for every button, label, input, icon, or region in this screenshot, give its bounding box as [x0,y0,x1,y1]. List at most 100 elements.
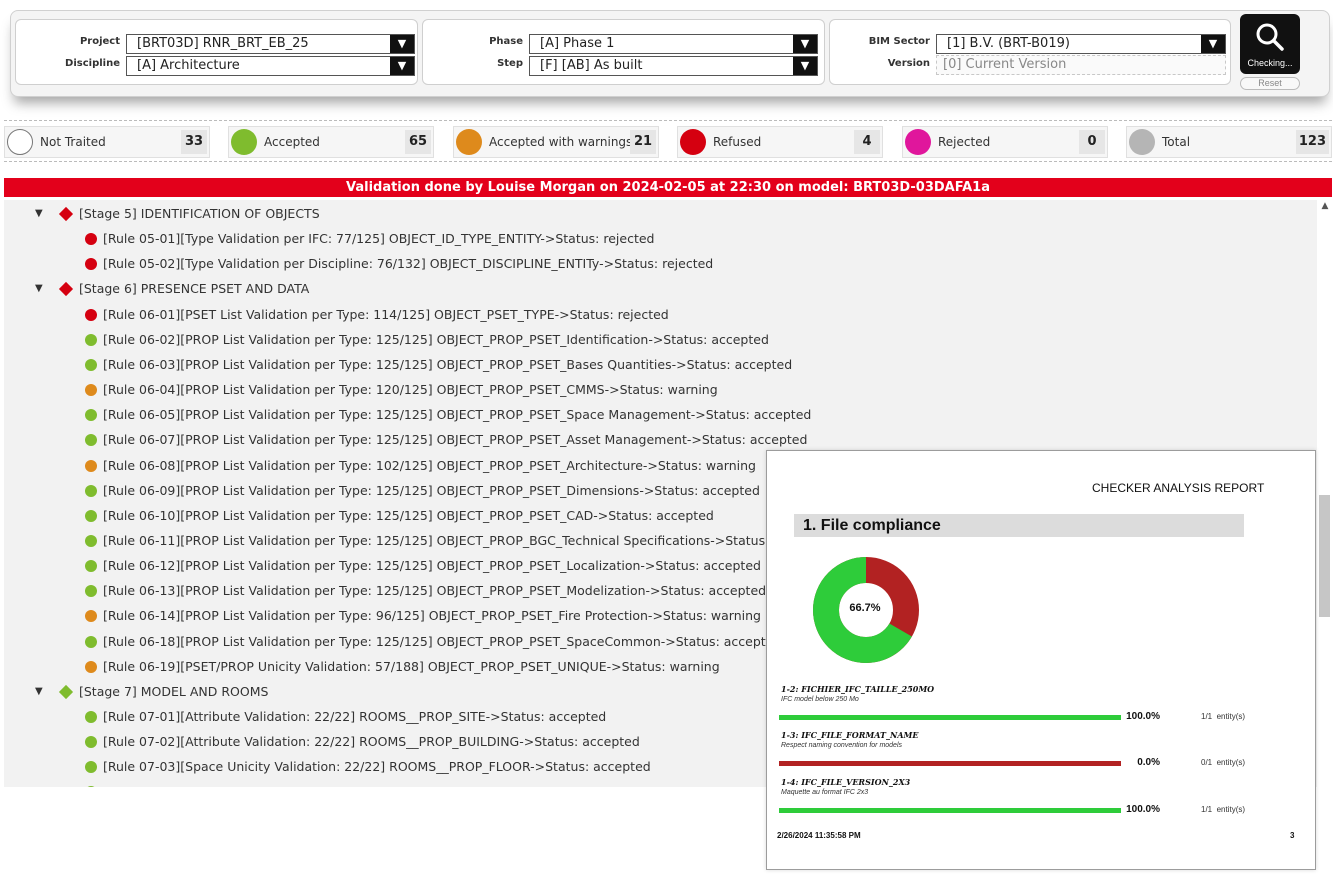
discipline-select[interactable]: [A] Architecture ▼ [126,56,415,76]
check-button[interactable]: Checking... [1240,14,1300,74]
stage-label: [Stage 5] IDENTIFICATION OF OBJECTS [79,206,320,221]
report-rule-title: 1-3: IFC_FILE_FORMAT_NAME [781,730,919,740]
phase-label: Phase [489,36,523,47]
summary-refused[interactable]: Refused 4 [677,126,883,158]
rule-label: [Rule 06-14][PROP List Validation per Ty… [103,608,761,624]
rule-label: [Rule 06-18][PROP List Validation per Ty… [103,633,774,649]
rule-label: [Rule 05-01][Type Validation per IFC: 77… [103,231,655,247]
status-dot-icon [85,786,97,787]
scrollbar-thumb[interactable] [1319,495,1330,617]
summary-count: 21 [630,130,656,154]
report-rule-title: 1-2: FICHIER_IFC_TAILLE_250MO [781,684,935,694]
status-dot-icon [85,509,97,522]
step-select-value: [F] [AB] As built [540,58,643,73]
summary-rejected[interactable]: Rejected 0 [902,126,1108,158]
step-select[interactable]: [F] [AB] As built ▼ [529,56,818,76]
status-dot-icon [231,129,257,155]
rule-label: [Rule 06-03][PROP List Validation per Ty… [103,356,793,372]
report-rule-percent: 100.0% [1126,804,1160,815]
chevron-down-icon[interactable]: ▼ [390,35,414,53]
phase-select[interactable]: [A] Phase 1 ▼ [529,34,818,54]
summary-label: Not Traited [40,135,106,149]
report-rule-count-unit: entity(s) [1216,758,1246,767]
report-footer-date: 2/26/2024 11:35:58 PM [777,831,861,840]
bim-sector-select[interactable]: [1] B.V. (BRT-B019) ▼ [936,34,1226,54]
summary-count: 0 [1079,130,1105,154]
rule-label: [Rule 06-10][PROP List Validation per Ty… [103,507,714,523]
rule-label: [Rule 07-03][Space Unicity Validation: 2… [103,759,651,775]
expand-toggle-icon[interactable]: ▼ [35,203,47,225]
rule-label: [Rule 05-02][Type Validation per Discipl… [103,256,714,272]
step-label: Step [497,58,523,69]
expand-toggle-icon[interactable]: ▼ [35,681,47,703]
status-dot-icon [85,560,97,573]
scroll-up-icon[interactable]: ▲ [1319,201,1331,213]
chevron-down-icon[interactable]: ▼ [793,57,817,75]
summary-accepted[interactable]: Accepted 65 [228,126,434,158]
status-dot-icon [85,610,97,623]
chevron-down-icon[interactable]: ▼ [390,57,414,75]
report-rule-title: 1-4: IFC_FILE_VERSION_2X3 [781,777,911,787]
stage-diamond-icon [58,282,74,297]
summary-count: 65 [405,130,431,154]
status-dot-icon [85,534,97,547]
report-rule-bar [779,761,1121,766]
reset-button[interactable]: Reset [1240,77,1300,90]
rule-label: [Rule 06-13][PROP List Validation per Ty… [103,583,767,599]
status-dot-icon [680,129,706,155]
summary-accepted-warnings[interactable]: Accepted with warnings 21 [453,126,659,158]
report-rule-percent: 0.0% [1137,757,1160,768]
expand-toggle-icon[interactable]: ▼ [35,278,47,300]
rule-label: [Rule 06-09][PROP List Validation per Ty… [103,482,760,498]
sector-filter-group: BIM Sector [1] B.V. (BRT-B019) ▼ Version… [829,19,1231,85]
status-dot-icon [85,258,97,271]
summary-label: Total [1162,135,1191,149]
status-dot-icon [7,129,33,155]
rule-label: [Rule 06-19][PSET/PROP Unicity Validatio… [103,658,720,674]
rule-label: [Rule 06-07][PROP List Validation per Ty… [103,432,808,448]
summary-label: Accepted [264,135,320,149]
summary-total[interactable]: Total 123 [1126,126,1332,158]
rule-label: [Rule 07-02][Attribute Validation: 22/22… [103,734,640,750]
project-filter-group: Project [BRT03D] RNR_BRT_EB_25 ▼ Discipl… [15,19,418,85]
status-dot-icon [85,308,97,321]
report-title: CHECKER ANALYSIS REPORT [1092,481,1265,495]
status-dot-icon [85,409,97,422]
rule-label: [Rule 07-01][Attribute Validation: 22/22… [103,709,607,724]
summary-label: Rejected [938,135,991,149]
phase-filter-group: Phase [A] Phase 1 ▼ Step [F] [AB] As bui… [422,19,825,85]
report-rule-bar [779,808,1121,813]
report-rule-count: 1/1 entity(s) [1201,805,1245,814]
status-dot-icon [85,711,97,723]
status-dot-icon [85,635,97,648]
rule-label: [Rule 06-01][PSET List Validation per Ty… [103,306,669,322]
status-dot-icon [85,384,97,397]
discipline-label: Discipline [65,58,120,69]
stage-diamond-icon [58,206,74,222]
report-rule-subtitle: IFC model below 250 Mo [781,696,859,703]
status-dot-icon [85,233,97,246]
status-dot-icon [85,660,97,673]
status-dot-icon [85,761,97,774]
report-rule-subtitle: Maquette au format IFC 2x3 [781,789,869,796]
summary-not-traited[interactable]: Not Traited 33 [4,126,210,158]
status-dot-icon [85,459,97,472]
status-dot-icon [85,358,97,371]
stage-diamond-icon [58,684,74,699]
chevron-down-icon[interactable]: ▼ [1201,35,1225,53]
project-select-value: [BRT03D] RNR_BRT_EB_25 [137,36,309,51]
search-icon [1256,23,1284,51]
status-dot-icon [456,129,482,155]
report-rule-count-unit: entity(s) [1216,805,1246,814]
project-select[interactable]: [BRT03D] RNR_BRT_EB_25 ▼ [126,34,415,54]
rule-label: [Rule 06-08][PROP List Validation per Ty… [103,457,756,473]
report-page-number: 3 [1290,831,1295,840]
phase-select-value: [A] Phase 1 [540,36,615,51]
chevron-down-icon[interactable]: ▼ [793,35,817,53]
version-field[interactable]: [0] Current Version [936,55,1226,75]
summary-count: 123 [1295,130,1329,154]
status-dot-icon [85,736,97,749]
report-rule-subtitle: Respect naming convention for models [781,742,903,749]
status-dot-icon [85,333,97,346]
bim-sector-label: BIM Sector [868,36,930,47]
